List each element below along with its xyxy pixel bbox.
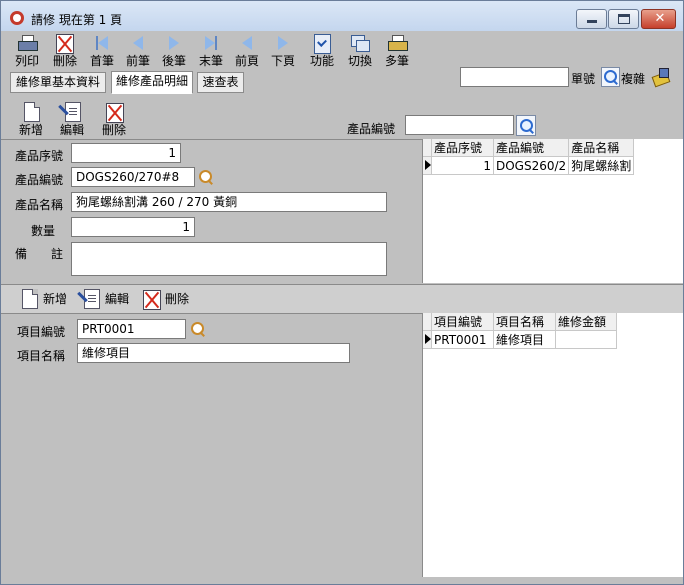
- product-search-label: 產品編號: [347, 122, 396, 136]
- next-page-button[interactable]: 下頁: [265, 33, 301, 69]
- delete-icon: [54, 33, 76, 54]
- product-seq-field[interactable]: 1: [71, 143, 181, 163]
- row-indicator: [423, 330, 432, 349]
- row-indicator-header: [423, 139, 432, 157]
- item-name-label: 項目名稱: [17, 349, 66, 363]
- item-edit-label: 編輯: [105, 292, 130, 306]
- product-delete-button[interactable]: 刪除: [97, 102, 131, 138]
- row-pointer-icon: [425, 159, 431, 170]
- note-label: 備 註: [15, 247, 64, 261]
- main-window: 請修 現在第 1 頁 ✕ 列印 刪除 首筆 前筆 後筆 末筆 前頁 下頁 功能 …: [0, 0, 684, 585]
- last-record-icon: [200, 33, 222, 53]
- column-header[interactable]: 產品名稱: [568, 139, 635, 157]
- multi-record-icon: [386, 33, 408, 53]
- item-edit-button[interactable]: 編輯: [81, 289, 131, 309]
- item-code-lookup-icon[interactable]: [190, 321, 206, 337]
- item-table: 項目編號 項目名稱 維修金額 PRT0001 維修項目: [423, 313, 617, 349]
- column-header[interactable]: 維修金額: [555, 313, 617, 331]
- product-toolbar: 新增 編輯 刪除 產品編號: [1, 98, 683, 138]
- tab-product-detail[interactable]: 維修產品明細: [111, 71, 193, 94]
- item-grid: 項目編號 項目名稱 維修金額 PRT0001 維修項目: [422, 313, 683, 577]
- function-icon: [311, 33, 333, 54]
- table-cell[interactable]: DOGS260/2: [493, 156, 570, 175]
- table-header-row: 產品序號 產品編號 產品名稱: [423, 139, 635, 157]
- product-edit-button[interactable]: 編輯: [55, 102, 89, 138]
- item-form: 項目編號 PRT0001 項目名稱 維修項目: [1, 314, 421, 576]
- edit-document-icon: [81, 289, 101, 309]
- printer-icon: [16, 33, 38, 53]
- product-delete-label: 刪除: [101, 123, 126, 137]
- tab-quick-lookup[interactable]: 速查表: [197, 72, 244, 93]
- new-document-icon: [19, 289, 39, 309]
- quantity-field[interactable]: 1: [71, 217, 195, 237]
- main-toolbar: 列印 刪除 首筆 前筆 後筆 末筆 前頁 下頁 功能 切換 多筆 單號 複雜: [1, 31, 683, 88]
- product-code-label: 產品編號: [15, 173, 64, 187]
- product-add-label: 新增: [18, 123, 43, 137]
- note-field[interactable]: [71, 242, 387, 276]
- title-bar[interactable]: 請修 現在第 1 頁 ✕: [1, 1, 683, 31]
- prev-record-icon: [127, 33, 149, 53]
- table-cell[interactable]: 狗尾螺絲割: [568, 156, 635, 175]
- search-icon: [519, 118, 535, 134]
- product-name-label: 產品名稱: [15, 198, 64, 212]
- next-record-icon: [163, 33, 185, 53]
- item-code-field[interactable]: PRT0001: [77, 319, 186, 339]
- column-header[interactable]: 項目名稱: [493, 313, 556, 331]
- app-icon: [10, 11, 24, 25]
- product-code-field[interactable]: DOGS260/270#8: [71, 167, 195, 187]
- row-indicator-header: [423, 313, 432, 331]
- product-name-field[interactable]: 狗尾螺絲割溝 260 / 270 黃銅: [71, 192, 387, 212]
- new-document-icon: [21, 102, 41, 122]
- close-icon: ✕: [654, 11, 666, 26]
- maximize-button[interactable]: [608, 9, 639, 29]
- product-grid: 產品序號 產品編號 產品名稱 1 DOGS260/2 狗尾螺絲割: [422, 139, 683, 283]
- table-row[interactable]: PRT0001 維修項目: [423, 330, 617, 349]
- product-edit-label: 編輯: [59, 123, 84, 137]
- table-row[interactable]: 1 DOGS260/2 狗尾螺絲割: [423, 156, 635, 175]
- column-header[interactable]: 產品編號: [493, 139, 570, 157]
- item-delete-button[interactable]: 刪除: [141, 289, 191, 310]
- table-cell[interactable]: [555, 330, 617, 349]
- tab-basic-info[interactable]: 維修單基本資料: [10, 72, 106, 93]
- multi-record-button[interactable]: 多筆: [379, 33, 415, 69]
- window-title: 請修 現在第 1 頁: [31, 13, 123, 27]
- product-search-button[interactable]: [516, 115, 536, 136]
- item-add-label: 新增: [43, 292, 68, 306]
- row-pointer-icon: [425, 333, 431, 344]
- delete-icon: [104, 102, 124, 123]
- table-cell[interactable]: PRT0001: [431, 330, 494, 349]
- minimize-button[interactable]: [576, 9, 607, 29]
- table-cell[interactable]: 1: [431, 156, 494, 175]
- product-form: 產品序號 1 產品編號 DOGS260/270#8 產品名稱 狗尾螺絲割溝 26…: [1, 139, 421, 283]
- item-add-button[interactable]: 新增: [19, 289, 69, 309]
- first-record-icon: [91, 33, 113, 53]
- product-table: 產品序號 產品編號 產品名稱 1 DOGS260/2 狗尾螺絲割: [423, 139, 635, 175]
- prev-page-icon: [236, 33, 258, 53]
- minimize-icon: [587, 20, 597, 23]
- delete-icon: [141, 289, 161, 310]
- table-header-row: 項目編號 項目名稱 維修金額: [423, 313, 617, 331]
- tab-bar: 維修單基本資料 維修產品明細 速查表: [1, 69, 683, 95]
- next-page-icon: [272, 33, 294, 53]
- edit-document-icon: [62, 102, 82, 122]
- switch-icon: [349, 33, 371, 53]
- product-seq-label: 產品序號: [15, 149, 64, 163]
- item-name-field[interactable]: 維修項目: [77, 343, 350, 363]
- multi-record-label: 多筆: [384, 54, 409, 68]
- function-button[interactable]: 功能: [304, 33, 340, 69]
- column-header[interactable]: 項目編號: [431, 313, 494, 331]
- product-search-input[interactable]: [405, 115, 514, 135]
- product-code-lookup-icon[interactable]: [198, 169, 214, 185]
- item-toolbar: 新增 編輯 刪除: [1, 284, 683, 314]
- column-header[interactable]: 產品序號: [431, 139, 494, 157]
- close-button[interactable]: ✕: [641, 9, 676, 29]
- item-delete-label: 刪除: [165, 292, 190, 306]
- item-code-label: 項目編號: [17, 325, 66, 339]
- quantity-label: 數量: [31, 224, 56, 238]
- print-button[interactable]: 列印: [9, 33, 45, 69]
- row-indicator: [423, 156, 432, 175]
- table-cell[interactable]: 維修項目: [493, 330, 556, 349]
- product-add-button[interactable]: 新增: [14, 102, 48, 138]
- maximize-icon: [618, 14, 630, 24]
